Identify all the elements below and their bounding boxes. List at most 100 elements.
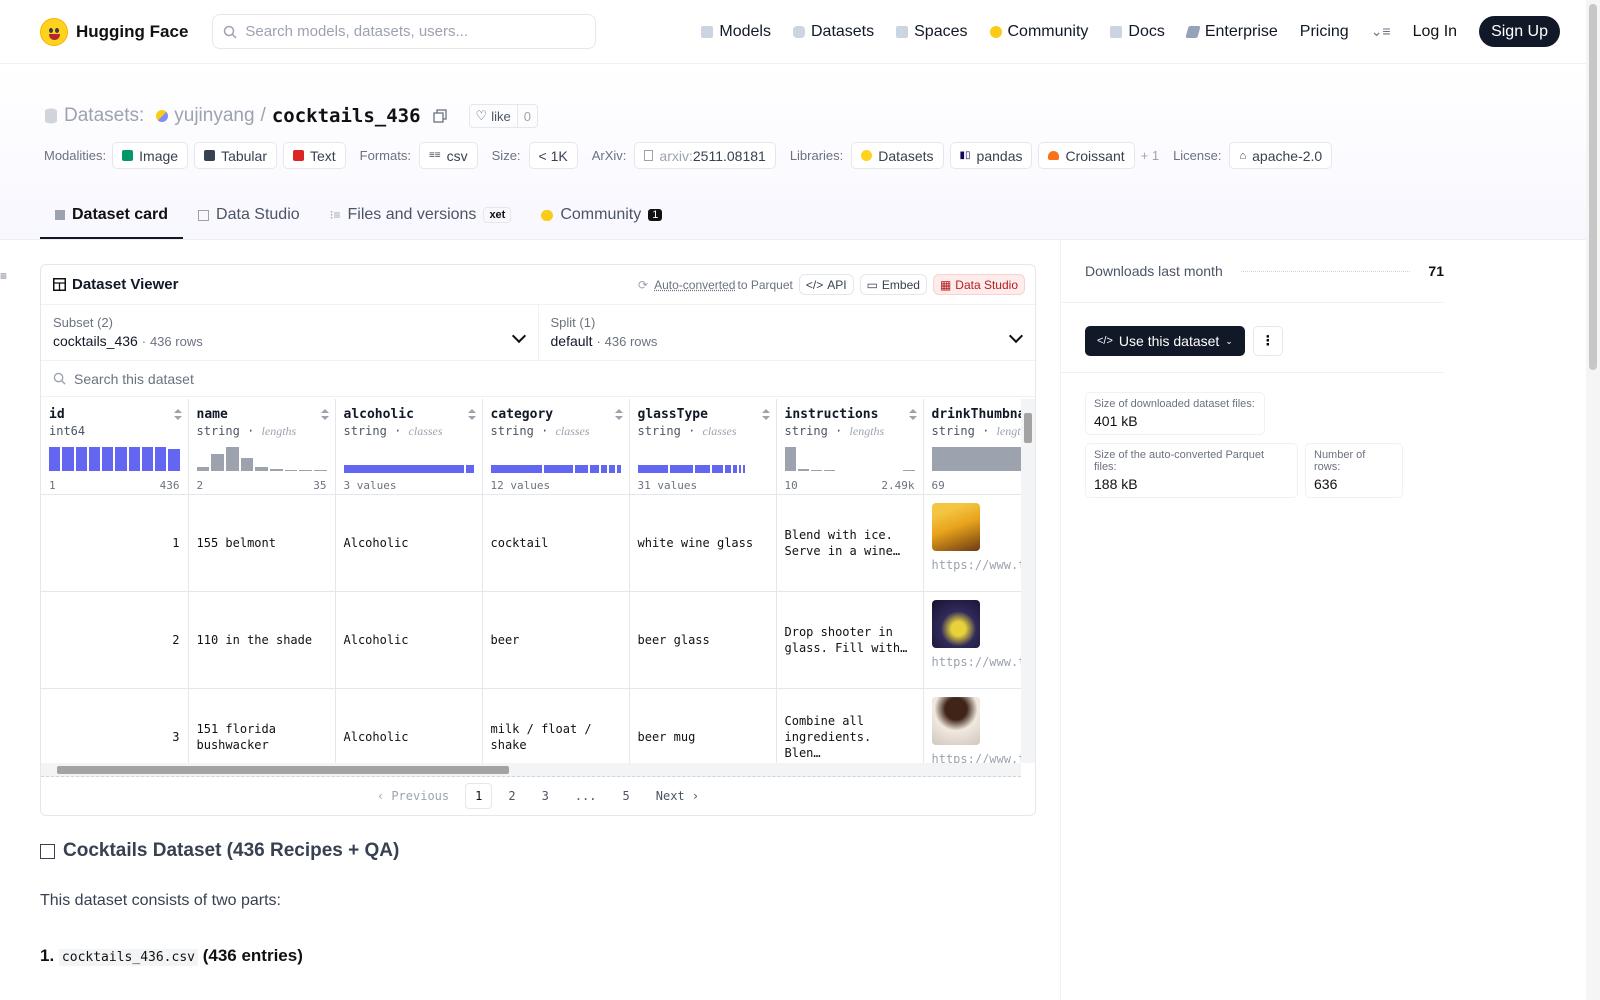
- cell-name[interactable]: 155 belmont: [188, 494, 336, 592]
- tag-modality-tabular[interactable]: Tabular: [194, 142, 277, 169]
- sort-icon[interactable]: [614, 409, 623, 420]
- page-button-3[interactable]: 3: [532, 783, 559, 809]
- split-select[interactable]: Split (1) default · 436 rows: [537, 305, 1036, 360]
- sort-icon[interactable]: [320, 409, 329, 420]
- breadcrumb-section[interactable]: Datasets:: [64, 105, 144, 127]
- nav-docs[interactable]: Docs: [1110, 23, 1165, 41]
- cell-id[interactable]: 2: [41, 591, 189, 689]
- nav-enterprise[interactable]: Enterprise: [1185, 23, 1278, 41]
- column-kind: classes: [702, 424, 737, 438]
- dataset-search-input[interactable]: [74, 370, 1023, 387]
- tag-format[interactable]: ≡≡ csv: [418, 142, 478, 169]
- api-button[interactable]: </> API: [798, 274, 854, 295]
- embed-button[interactable]: ▭ Embed: [859, 274, 927, 295]
- cell-category[interactable]: cocktail: [482, 494, 630, 592]
- tag-library-pandas[interactable]: ▮▯ pandas: [949, 142, 1033, 169]
- login-button[interactable]: Log In: [1413, 23, 1457, 41]
- cell-thumbnail[interactable]: https://www.thecocktaildb.com/images/med…: [923, 494, 1022, 592]
- prev-page-button[interactable]: ‹ Previous: [367, 783, 459, 809]
- page-button-1[interactable]: 1: [465, 783, 493, 809]
- cell-glasstype[interactable]: beer glass: [629, 591, 777, 689]
- page-scrollbar[interactable]: [1586, 0, 1600, 1000]
- tag-modality-image[interactable]: Image: [112, 142, 189, 169]
- cell-alcoholic[interactable]: Alcoholic: [335, 688, 483, 763]
- cell-name[interactable]: 151 florida bushwacker: [188, 688, 336, 763]
- page-button-5[interactable]: 5: [613, 783, 640, 809]
- global-search[interactable]: [212, 14, 597, 49]
- tag-size[interactable]: < 1K: [528, 142, 578, 169]
- column-header-category[interactable]: category string · classes 12 values: [482, 399, 630, 495]
- cell-glasstype[interactable]: white wine glass: [629, 494, 777, 592]
- tag-license[interactable]: ⌂ apache-2.0: [1229, 142, 1333, 169]
- dataset-name[interactable]: cocktails_436: [272, 105, 421, 127]
- like-button[interactable]: ♡ like 0: [468, 104, 538, 128]
- thumbnail-url[interactable]: https://www.thecocktaildb.com/images/med…: [932, 654, 1022, 670]
- column-header-glasstype[interactable]: glassType string · classes 31 values: [629, 399, 777, 495]
- horizontal-scrollbar[interactable]: [41, 763, 1021, 777]
- nav-community[interactable]: Community: [989, 23, 1088, 41]
- cell-alcoholic[interactable]: Alcoholic: [335, 494, 483, 592]
- column-header-id[interactable]: id int64 1 436: [41, 399, 189, 495]
- sort-icon[interactable]: [173, 409, 182, 420]
- column-header-alcoholic[interactable]: alcoholic string · classes 3 values: [335, 399, 483, 495]
- tab-data-studio[interactable]: Data Studio: [183, 193, 315, 239]
- drink-thumbnail-image[interactable]: [931, 599, 980, 648]
- page-button-2[interactable]: 2: [498, 783, 525, 809]
- auto-converted-link[interactable]: Auto-converted: [654, 278, 735, 292]
- column-header-drinkthumbnail[interactable]: drinkThumbnail string · lengths 69: [923, 399, 1021, 495]
- signup-button[interactable]: Sign Up: [1479, 16, 1560, 47]
- drink-thumbnail-image[interactable]: [931, 502, 980, 551]
- libraries-more[interactable]: + 1: [1141, 148, 1159, 163]
- cell-instructions[interactable]: Blend with ice. Serve in a wine…: [776, 494, 924, 592]
- data-studio-button[interactable]: ▦ Data Studio: [932, 274, 1025, 295]
- nav-pricing[interactable]: Pricing: [1300, 23, 1349, 41]
- table-row[interactable]: 2 110 in the shade Alcoholic beer beer g…: [41, 591, 1022, 689]
- tag-modality-text[interactable]: Text: [282, 142, 346, 169]
- global-search-input[interactable]: [245, 23, 586, 40]
- subset-select[interactable]: Subset (2) cocktails_436 · 436 rows: [41, 305, 538, 360]
- table-row[interactable]: 1 155 belmont Alcoholic cocktail white w…: [41, 494, 1022, 592]
- nav-menu-icon[interactable]: ⌄≡: [1371, 23, 1391, 40]
- nav-datasets[interactable]: Datasets: [792, 23, 874, 41]
- more-options-button[interactable]: ⋮: [1252, 326, 1283, 356]
- cell-alcoholic[interactable]: Alcoholic: [335, 591, 483, 689]
- sort-icon[interactable]: [467, 409, 476, 420]
- cell-id[interactable]: 3: [41, 688, 189, 763]
- nav-spaces[interactable]: Spaces: [896, 23, 968, 41]
- cell-category[interactable]: milk / float / shake: [482, 688, 630, 763]
- tag-arxiv[interactable]: arxiv: 2511.08181: [634, 142, 776, 169]
- column-name: glassType: [637, 407, 708, 422]
- thumbnail-url[interactable]: https://www.thecocktaildb.com/images/med…: [932, 557, 1022, 573]
- table-row[interactable]: 3 151 florida bushwacker Alcoholic milk …: [41, 688, 1021, 763]
- cell-thumbnail[interactable]: https://www.thecocktaildb.com/images/med…: [923, 591, 1022, 689]
- cell-id[interactable]: 1: [41, 494, 189, 592]
- drink-thumbnail-image[interactable]: [931, 696, 980, 745]
- cell-glasstype[interactable]: beer mug: [629, 688, 777, 763]
- copy-icon[interactable]: [432, 109, 447, 123]
- breadcrumb-owner[interactable]: yujinyang: [174, 105, 254, 127]
- sort-icon[interactable]: [761, 409, 770, 420]
- tag-library-datasets[interactable]: Datasets: [851, 142, 944, 169]
- vertical-scrollbar[interactable]: [1021, 399, 1035, 763]
- cell-instructions[interactable]: Drop shooter in glass. Fill with…: [776, 591, 924, 689]
- tab-files[interactable]: ⁝≡ Files and versions xet: [315, 193, 527, 239]
- spaces-icon: [896, 25, 909, 38]
- cell-category[interactable]: beer: [482, 591, 630, 689]
- tab-community[interactable]: Community 1: [526, 193, 677, 239]
- use-dataset-button[interactable]: </> Use this dataset ⌄: [1085, 326, 1245, 356]
- nav-models[interactable]: Models: [701, 23, 771, 41]
- brand-logo[interactable]: Hugging Face: [40, 17, 188, 46]
- sidebar-toggle-icon[interactable]: ≡: [0, 270, 8, 282]
- cell-name[interactable]: 110 in the shade: [188, 591, 336, 689]
- histogram-min: 10: [784, 478, 798, 492]
- next-page-button[interactable]: Next ›: [646, 783, 709, 809]
- tag-library-croissant[interactable]: Croissant: [1038, 142, 1135, 169]
- column-header-name[interactable]: name string · lengths 2 35: [188, 399, 336, 495]
- column-header-instructions[interactable]: instructions string · lengths 10 2.49k: [776, 399, 924, 495]
- tab-dataset-card[interactable]: Dataset card: [40, 193, 184, 239]
- cell-thumbnail[interactable]: https://www.thecocktaildb.com/images/med…: [923, 688, 1021, 763]
- thumbnail-url[interactable]: https://www.thecocktaildb.com/images/med…: [932, 751, 1022, 764]
- cell-instructions[interactable]: Combine all ingredients. Blen…: [776, 688, 924, 763]
- sort-icon[interactable]: [908, 409, 917, 420]
- dataset-search[interactable]: [41, 361, 1035, 397]
